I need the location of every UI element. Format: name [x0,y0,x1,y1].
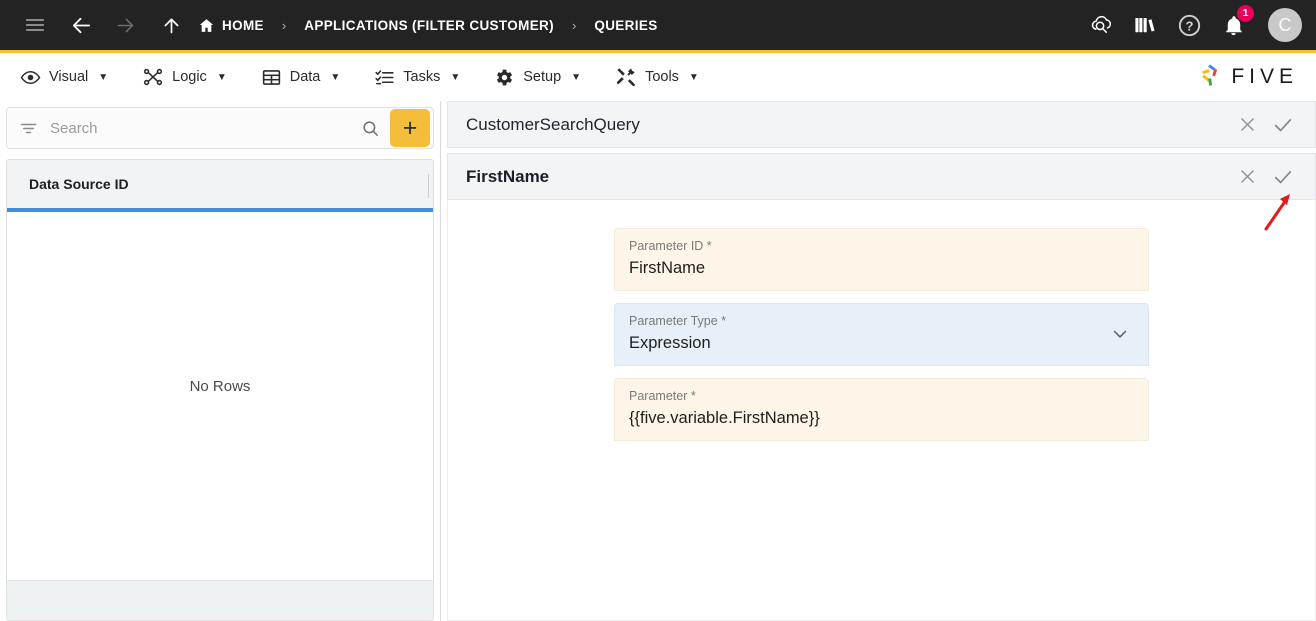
parameter-close-icon[interactable] [1229,159,1265,195]
breadcrumb-item-applications[interactable]: APPLICATIONS (FILTER CUSTOMER) [304,18,554,33]
breadcrumb-label: HOME [222,17,264,33]
grid-footer [7,580,433,620]
breadcrumb-item-queries[interactable]: QUERIES [594,18,657,33]
breadcrumb-label: QUERIES [594,17,658,33]
menu-item-label: Tasks [403,69,441,85]
menu-item-tools[interactable]: Tools ▼ [609,60,713,94]
menu-item-tasks[interactable]: Tasks ▼ [368,61,474,94]
notifications-bell-icon[interactable]: 1 [1218,5,1254,40]
search-icon[interactable] [351,119,390,138]
notification-badge: 1 [1237,5,1254,22]
back-arrow-icon[interactable] [64,8,98,42]
parameter-panel-header: FirstName [447,153,1316,200]
parameter-panel-title: FirstName [466,166,550,186]
avatar[interactable]: C [1268,8,1302,42]
parameter-save-check-icon[interactable] [1265,159,1301,195]
app-root: HOME › APPLICATIONS (FILTER CUSTOMER) › … [0,0,1316,621]
menu-item-label: Setup [523,69,562,85]
parameter-type-label: Parameter Type * [629,313,727,328]
data-grid-icon [261,67,282,88]
breadcrumb-label: APPLICATIONS (FILTER CUSTOMER) [304,17,554,33]
breadcrumb-item-home[interactable]: HOME [198,17,264,34]
filter-icon[interactable] [19,119,38,138]
chevron-down-icon: ▼ [450,71,461,83]
menu-item-label: Logic [172,69,207,85]
chevron-down-icon: ▼ [98,71,109,83]
parameter-type-field[interactable]: Parameter Type * Expression [614,302,1149,366]
add-button[interactable]: + [390,109,430,147]
home-icon [198,17,215,34]
menu-item-logic[interactable]: Logic ▼ [136,60,241,94]
menu-item-data[interactable]: Data ▼ [255,61,355,94]
parameter-form: Parameter ID * FirstName Parameter Type … [447,200,1316,621]
menu-item-setup[interactable]: Setup ▼ [488,61,595,94]
column-resize-handle[interactable] [428,174,429,198]
search-input[interactable] [50,119,351,137]
up-arrow-icon[interactable] [154,8,188,42]
svg-text:?: ? [1185,18,1193,33]
menu-item-label: Data [289,69,321,85]
application-menu-bar: Visual ▼ Logic ▼ Data ▼ Tasks ▼ Setup ▼ … [0,53,1316,101]
hamburger-menu-icon[interactable] [18,8,52,42]
tasks-list-icon [374,67,395,88]
parameter-id-label: Parameter ID * [629,239,712,253]
chevron-down-icon: ▼ [571,71,582,83]
query-panel-title: CustomerSearchQuery [466,114,640,134]
menu-item-label: Tools [645,69,679,85]
parameter-value[interactable]: {{five.variable.FirstName}} [629,405,1134,431]
parameter-id-value[interactable]: FirstName [629,255,1134,281]
chevron-down-icon: ▼ [688,71,699,83]
cloud-search-icon[interactable] [1086,10,1116,40]
detail-panel: CustomerSearchQuery FirstName Parameter … [441,101,1316,621]
parameter-field[interactable]: Parameter * {{five.variable.FirstName}} [614,377,1149,441]
parameter-id-field[interactable]: Parameter ID * FirstName [614,228,1149,291]
sidebar-panel: + Data Source ID No Rows [0,101,441,621]
parameter-type-value[interactable]: Expression [629,330,1134,356]
menu-item-label: Visual [49,69,89,85]
chevron-down-icon[interactable] [1110,324,1130,344]
data-source-grid: Data Source ID No Rows [6,159,434,621]
query-panel-header: CustomerSearchQuery [447,101,1316,148]
breadcrumb: HOME › APPLICATIONS (FILTER CUSTOMER) › … [198,17,1086,34]
empty-state-label: No Rows [189,378,251,395]
gear-icon [494,67,515,88]
menu-item-visual[interactable]: Visual ▼ [14,61,122,94]
breadcrumb-separator: › [281,17,287,33]
brand-name: FIVE [1231,65,1298,88]
top-right-actions: ? 1 C [1086,5,1302,42]
main-body: + Data Source ID No Rows CustomerSearchQ… [0,101,1316,621]
help-icon[interactable]: ? [1174,10,1204,40]
chevron-down-icon: ▼ [216,71,227,83]
breadcrumb-separator: › [572,17,577,33]
grid-header-row: Data Source ID [7,160,433,212]
query-save-check-icon[interactable] [1265,107,1301,143]
logic-nodes-icon [142,66,164,88]
library-books-icon[interactable] [1130,10,1160,40]
eye-icon [20,67,41,88]
brand-logo: FIVE [1195,60,1302,95]
tools-icon [615,66,637,88]
forward-arrow-icon [108,8,142,42]
grid-column-header-data-source-id[interactable]: Data Source ID [29,176,129,192]
grid-body: No Rows [7,212,433,580]
top-navigation-bar: HOME › APPLICATIONS (FILTER CUSTOMER) › … [0,0,1316,53]
five-logo-icon [1195,60,1225,95]
query-close-icon[interactable] [1229,107,1265,143]
search-bar: + [6,107,434,149]
parameter-label: Parameter * [629,388,696,403]
chevron-down-icon: ▼ [330,71,341,83]
